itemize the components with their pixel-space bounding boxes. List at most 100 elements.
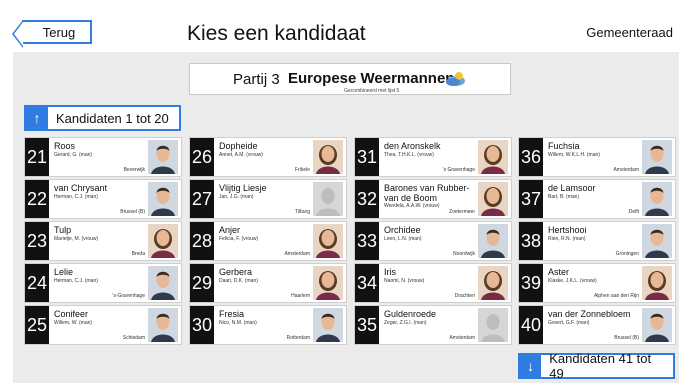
male-photo-7	[642, 140, 672, 174]
party-subtitle: Gecombineerd met lijst 5	[344, 88, 400, 94]
candidate-name: Orchidee	[384, 225, 421, 235]
female-photo-2	[313, 140, 343, 174]
candidate-name: Barones van Rubber-van de Boom	[384, 183, 470, 203]
candidate-city: Amsterdam	[284, 251, 310, 257]
candidate-card-22[interactable]: 22 van Chrysant Herman, C.J. (man) Brussel …	[24, 179, 182, 219]
candidate-number: 24	[25, 264, 49, 302]
candidate-card-33[interactable]: 33 Orchidee Leen, L.N. (man) Noordwijk	[354, 221, 512, 261]
candidate-name: van der Zonnebloem	[548, 309, 631, 319]
candidate-city: Groningen	[615, 251, 639, 257]
candidate-name: Tulp	[54, 225, 72, 235]
candidate-number: 35	[355, 306, 379, 344]
candidate-card-36[interactable]: 36 Fuchsia Willem, W.K.L.H. (man) Amsterdam	[518, 137, 676, 177]
candidate-info: Govert, G.F. (man)	[548, 320, 590, 326]
candidate-city: Frikele	[294, 167, 310, 173]
candidate-info: Annet, A.M. (vrouw)	[219, 152, 263, 158]
candidate-name: Gerbera	[219, 267, 253, 277]
male-photo-5	[313, 308, 343, 342]
placeholder-photo	[478, 308, 508, 342]
candidate-card-27[interactable]: 27 Vlijtig Liesje Jan, J.G. (man) Tilburg	[189, 179, 347, 219]
male-photo-2	[148, 182, 178, 216]
candidate-name: Lelie	[54, 267, 74, 277]
candidate-number: 25	[25, 306, 49, 344]
candidate-card-26[interactable]: 26 Dopheide Annet, A.M. (vrouw) Frikele	[189, 137, 347, 177]
female-photo-5	[478, 140, 508, 174]
candidate-city: Rotterdam	[286, 335, 310, 341]
candidate-number: 28	[190, 222, 214, 260]
candidate-city: Noordwijk	[453, 251, 475, 257]
candidate-card-25[interactable]: 25 Conifeer Willem, W. (man) Schiedam	[24, 305, 182, 345]
candidate-name: Fresia	[219, 309, 245, 319]
party-header: Partij 3 Europese Weermannen Gecombineer…	[189, 63, 511, 95]
candidate-city: Drachten	[454, 293, 475, 299]
candidate-card-28[interactable]: 28 Anjer Felicia, F. (vrouw) Amsterdam	[189, 221, 347, 261]
candidate-card-40[interactable]: 40 van der Zonnebloem Govert, G.F. (man) Br…	[518, 305, 676, 345]
candidate-info: Klaske, J.K.L. (vrouw)	[548, 278, 597, 284]
candidate-card-23[interactable]: 23 Tulp Marietje, M. (vrouw) Breda	[24, 221, 182, 261]
candidate-name: Dopheide	[219, 141, 258, 151]
candidate-number: 27	[190, 180, 214, 218]
candidate-number: 23	[25, 222, 49, 260]
candidate-city: 's Gravenhage	[442, 167, 475, 173]
previous-candidates-button[interactable]: ↑ Kandidaten 1 tot 20	[24, 105, 181, 131]
arrow-down-icon: ↓	[520, 355, 542, 377]
candidate-card-29[interactable]: 29 Gerbera Daan, D.K. (man) Haarlem	[189, 263, 347, 303]
candidate-city: Amsterdam	[449, 335, 475, 341]
candidate-number: 33	[355, 222, 379, 260]
candidate-name: Conifeer	[54, 309, 89, 319]
candidate-name: Anjer	[219, 225, 241, 235]
candidate-info: Rien, R.N. (man)	[548, 236, 586, 242]
candidate-info: Daan, D.K. (man)	[219, 278, 258, 284]
candidate-card-37[interactable]: 37 de Lamsoor Bart, B. (man) Delft	[518, 179, 676, 219]
female-photo-1	[148, 224, 178, 258]
candidate-card-30[interactable]: 30 Fresia Nico, N.M. (man) Rotterdam	[189, 305, 347, 345]
candidate-card-38[interactable]: 38 Hertshooi Rien, R.N. (man) Groningen	[518, 221, 676, 261]
candidate-number: 38	[519, 222, 543, 260]
back-button-label: Terug	[42, 24, 76, 40]
candidate-info: Zeger, Z.G.I. (man)	[384, 320, 427, 326]
candidate-info: Wendela, A.A.W. (vrouw)	[384, 203, 440, 209]
candidate-city: Beverwijk	[123, 167, 145, 173]
candidate-city: 's-Gravenhage	[112, 293, 145, 299]
candidate-card-24[interactable]: 24 Lelie Herman, C.J. (man) 's-Gravenhage	[24, 263, 182, 303]
back-button[interactable]: Terug	[12, 20, 92, 48]
candidate-name: Fuchsia	[548, 141, 580, 151]
candidate-name: Iris	[384, 267, 396, 277]
candidate-city: Haarlem	[291, 293, 310, 299]
candidate-name: Aster	[548, 267, 570, 277]
previous-candidates-label: Kandidaten 1 tot 20	[56, 110, 169, 126]
candidate-info: Bart, B. (man)	[548, 194, 580, 200]
female-photo-7	[478, 266, 508, 300]
candidate-info: Jan, J.G. (man)	[219, 194, 254, 200]
female-photo-8	[642, 266, 672, 300]
candidate-number: 37	[519, 180, 543, 218]
male-photo-1	[148, 140, 178, 174]
candidate-card-34[interactable]: 34 Iris Naomi, N. (vrouw) Drachten	[354, 263, 512, 303]
candidate-card-31[interactable]: 31 den Aronskelk Thea, T.H.K.L. (vrouw) 's …	[354, 137, 512, 177]
male-photo-4	[148, 308, 178, 342]
candidate-info: Willem, W.K.L.H. (man)	[548, 152, 600, 158]
candidate-number: 29	[190, 264, 214, 302]
back-arrow-icon	[12, 20, 23, 48]
candidate-info: Marietje, M. (vrouw)	[54, 236, 99, 242]
candidate-info: Willem, W. (man)	[54, 320, 93, 326]
candidate-card-35[interactable]: 35 Guldenroede Zeger, Z.G.I. (man) Amsterda…	[354, 305, 512, 345]
candidate-name: van Chrysant	[54, 183, 108, 193]
candidate-name: de Lamsoor	[548, 183, 596, 193]
candidate-name: Hertshooi	[548, 225, 587, 235]
candidate-number: 26	[190, 138, 214, 176]
candidate-card-21[interactable]: 21 Roos Gerard, G. (man) Beverwijk	[24, 137, 182, 177]
candidate-name: Guldenroede	[384, 309, 437, 319]
candidate-number: 31	[355, 138, 379, 176]
party-name: Europese Weermannen	[288, 70, 455, 87]
candidate-number: 36	[519, 138, 543, 176]
candidate-card-32[interactable]: 32 Barones van Rubber-van de Boom Wendela,…	[354, 179, 512, 219]
candidate-city: Delft	[628, 209, 639, 215]
candidate-city: Breda	[131, 251, 145, 257]
next-candidates-button[interactable]: ↓ Kandidaten 41 tot 49	[518, 351, 675, 381]
candidate-info: Leen, L.N. (man)	[384, 236, 422, 242]
male-photo-6	[478, 224, 508, 258]
weather-logo-icon	[446, 72, 465, 86]
candidate-city: Amsterdam	[613, 167, 639, 173]
candidate-card-39[interactable]: 39 Aster Klaske, J.K.L. (vrouw) Alphen aan …	[518, 263, 676, 303]
